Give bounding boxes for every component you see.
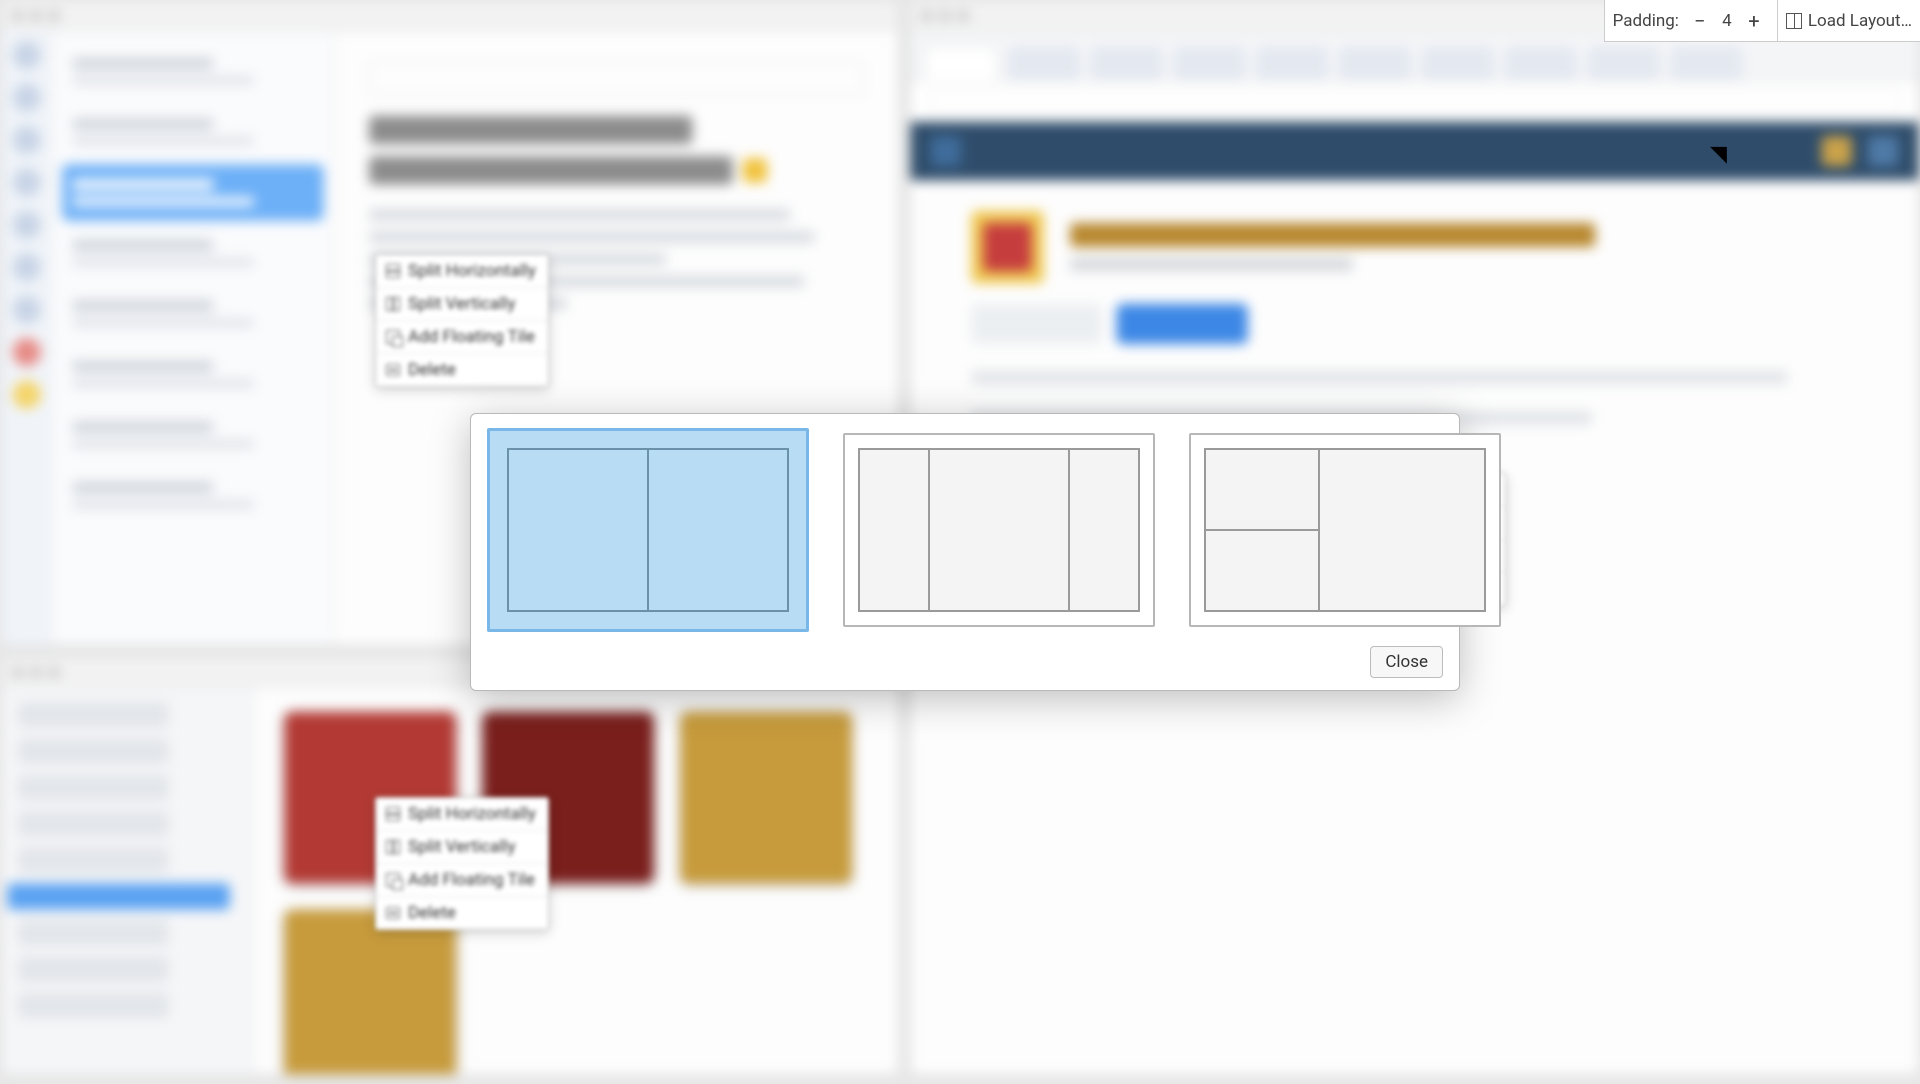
menu-delete[interactable]: Delete	[376, 354, 548, 386]
menu-add-floating-tile[interactable]: Add Floating Tile	[376, 864, 548, 897]
padding-control: Padding: − 4 +	[1605, 0, 1778, 41]
chat-list	[52, 31, 335, 645]
split-vertical-icon	[386, 297, 400, 311]
menu-split-vertically[interactable]: Split Vertically	[376, 288, 548, 321]
menu-item-label: Split Vertically	[408, 837, 516, 857]
padding-decrement[interactable]: −	[1685, 6, 1715, 36]
delete-icon	[386, 364, 400, 376]
menu-add-floating-tile[interactable]: Add Floating Tile	[376, 321, 548, 354]
menu-split-horizontally[interactable]: Split Horizontally	[376, 255, 548, 288]
menu-delete[interactable]: Delete	[376, 897, 548, 929]
chat-rail	[2, 31, 53, 645]
load-layout-group: Load Layout…	[1778, 0, 1920, 41]
menu-item-label: Delete	[408, 903, 456, 923]
floating-tile-icon	[386, 873, 400, 887]
split-horizontal-icon	[386, 807, 400, 821]
delete-icon	[386, 907, 400, 919]
top-toolbar: Padding: − 4 + Load Layout…	[1604, 0, 1920, 42]
padding-increment[interactable]: +	[1739, 6, 1769, 36]
cursor-icon: ◥	[1710, 144, 1727, 166]
split-vertical-icon	[386, 840, 400, 854]
layout-option-two-one[interactable]	[1189, 433, 1501, 627]
layout-option-two-column[interactable]	[487, 428, 809, 632]
address-bar	[911, 81, 1919, 121]
menu-split-horizontally[interactable]: Split Horizontally	[376, 798, 548, 831]
split-horizontal-icon	[386, 264, 400, 278]
menu-split-vertically[interactable]: Split Vertically	[376, 831, 548, 864]
menu-item-label: Delete	[408, 360, 456, 380]
layout-options	[487, 428, 1443, 632]
layout-icon	[1786, 13, 1802, 29]
layout-picker-modal: Close	[470, 413, 1460, 691]
tile-context-menu: Split Horizontally Split Vertically Add …	[375, 797, 549, 930]
layout-option-three-column[interactable]	[843, 433, 1155, 627]
menu-item-label: Add Floating Tile	[408, 870, 535, 890]
floating-tile-icon	[386, 330, 400, 344]
menu-item-label: Split Vertically	[408, 294, 516, 314]
load-layout-button[interactable]: Load Layout…	[1786, 6, 1912, 36]
menu-item-label: Split Horizontally	[408, 261, 536, 281]
traffic-lights	[12, 666, 60, 678]
traffic-lights	[921, 9, 969, 21]
padding-label: Padding:	[1613, 11, 1679, 31]
files-sidebar	[2, 687, 254, 1074]
tile-context-menu: Split Horizontally Split Vertically Add …	[375, 254, 549, 387]
menu-item-label: Split Horizontally	[408, 804, 536, 824]
menu-item-label: Add Floating Tile	[408, 327, 535, 347]
close-button[interactable]: Close	[1370, 646, 1443, 678]
padding-value: 4	[1715, 11, 1739, 31]
titlebar	[2, 1, 899, 31]
traffic-lights	[12, 9, 60, 21]
files-gallery	[254, 687, 898, 1074]
site-header	[911, 122, 1919, 181]
load-layout-label: Load Layout…	[1808, 11, 1912, 31]
